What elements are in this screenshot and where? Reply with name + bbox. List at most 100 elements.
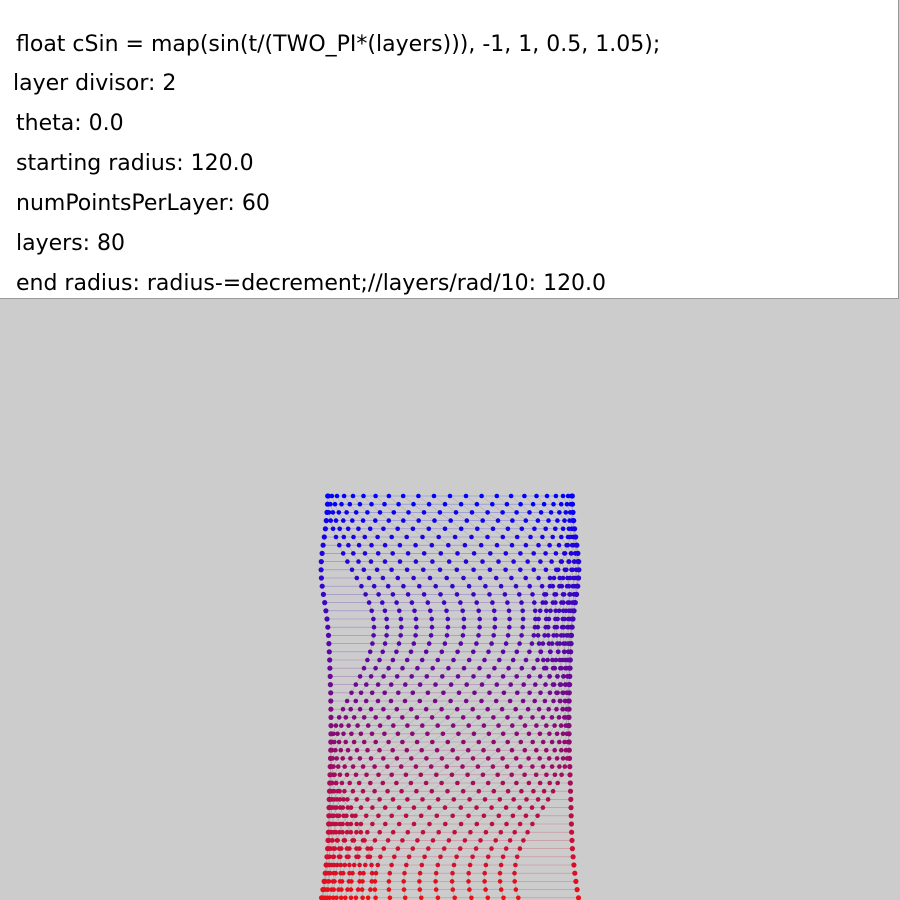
layer-point xyxy=(386,739,391,745)
layer-point xyxy=(336,854,342,860)
layer-point xyxy=(489,821,495,827)
layer-point xyxy=(557,583,562,589)
layer-point xyxy=(505,788,511,794)
layer-point xyxy=(332,501,338,507)
layer-point xyxy=(452,895,457,900)
layer-edge-point xyxy=(319,550,325,556)
layer-point xyxy=(361,715,367,720)
layer-point xyxy=(480,772,486,778)
layer-point xyxy=(540,739,546,745)
layer-edge-point xyxy=(566,723,572,729)
layer-point xyxy=(338,747,344,753)
layer-point xyxy=(540,600,545,605)
layer-edge-point xyxy=(325,493,331,499)
layer-point xyxy=(417,879,422,884)
layer-point xyxy=(509,542,515,548)
layer-point xyxy=(339,887,344,892)
layer-point xyxy=(513,756,519,761)
layer-edge-point xyxy=(574,591,580,597)
layer-point xyxy=(385,838,391,843)
layer-point xyxy=(347,501,353,507)
layer-point xyxy=(544,493,550,499)
layer-point xyxy=(450,870,455,876)
layer-point xyxy=(345,526,351,532)
layer-point xyxy=(532,698,537,704)
point-layer xyxy=(327,673,573,679)
layer-point xyxy=(514,731,519,737)
layer-point xyxy=(391,510,397,515)
layer-edge-point xyxy=(323,608,329,614)
layer-point xyxy=(481,723,487,728)
layer-point xyxy=(560,690,565,696)
layer-point xyxy=(470,706,476,712)
layer-point xyxy=(386,887,392,892)
layer-point xyxy=(369,608,375,614)
layer-point xyxy=(411,805,417,810)
layer-point xyxy=(401,583,406,589)
layer-point xyxy=(411,575,416,581)
layer-point xyxy=(555,780,560,786)
layer-point xyxy=(518,551,523,556)
layer-point xyxy=(509,575,514,581)
layer-point xyxy=(545,624,551,630)
layer-point xyxy=(526,756,531,761)
strand-line xyxy=(388,495,570,898)
layer-point xyxy=(500,854,506,860)
layer-edge-point xyxy=(566,698,572,704)
layer-point xyxy=(530,821,535,827)
layer-point xyxy=(344,813,349,819)
layer-point xyxy=(338,846,344,851)
point-layer xyxy=(318,567,582,573)
layer-point xyxy=(435,723,441,728)
layer-point xyxy=(346,723,351,728)
layer-point xyxy=(472,690,477,696)
layer-point xyxy=(439,649,445,655)
layer-point xyxy=(515,690,520,696)
layer-point xyxy=(366,575,372,581)
point-layers xyxy=(318,493,582,900)
point-layer xyxy=(326,796,574,802)
layer-point xyxy=(463,493,469,499)
layer-point xyxy=(547,731,552,737)
layer-point xyxy=(369,731,375,737)
layer-point xyxy=(455,780,460,786)
layer-point xyxy=(415,838,420,843)
layer-point xyxy=(382,641,388,646)
layer-point xyxy=(350,764,356,769)
point-layer xyxy=(318,895,582,900)
point-layer xyxy=(325,493,575,499)
layer-point xyxy=(464,518,470,523)
layer-point xyxy=(514,649,520,655)
layer-point xyxy=(525,559,530,564)
layer-point xyxy=(483,583,488,589)
layer-point xyxy=(351,534,356,540)
starting-radius-line: starting radius: 120.0 xyxy=(16,151,254,176)
strand-line xyxy=(435,495,579,898)
layer-point xyxy=(336,715,342,720)
layer-point xyxy=(409,756,414,761)
layer-point xyxy=(455,756,460,761)
layer-point xyxy=(330,526,336,532)
layer-point xyxy=(377,829,383,835)
layer-point xyxy=(542,698,548,704)
layer-point xyxy=(360,518,366,523)
layer-point xyxy=(389,534,395,540)
layer-point xyxy=(333,780,339,786)
layer-point xyxy=(487,567,493,573)
layer-point xyxy=(514,674,519,679)
layer-point xyxy=(368,559,374,564)
layer-point xyxy=(500,780,506,786)
layer-point xyxy=(430,838,436,843)
layer-point xyxy=(436,829,442,835)
layer-point xyxy=(562,682,568,687)
layer-point xyxy=(471,551,477,556)
layer-point xyxy=(549,715,555,720)
layer-point xyxy=(386,665,391,671)
layer-point xyxy=(394,649,399,655)
layer-point xyxy=(341,534,347,540)
layer-point xyxy=(510,518,515,523)
layer-point xyxy=(498,862,504,868)
layer-edge-point xyxy=(321,878,327,885)
layer-edge-point xyxy=(324,501,331,507)
layer-point xyxy=(346,542,351,548)
